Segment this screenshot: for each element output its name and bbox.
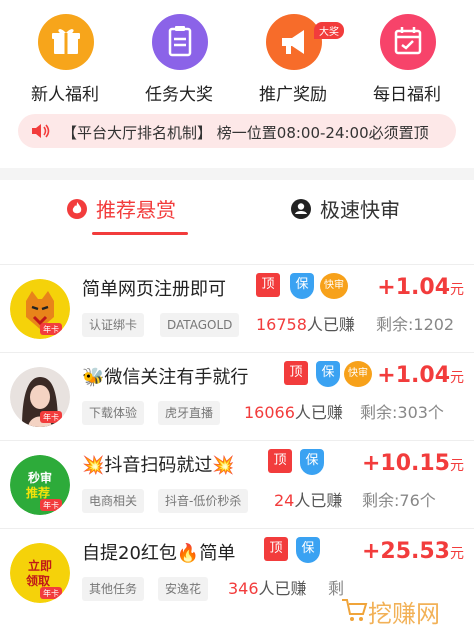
gift-icon	[38, 14, 94, 70]
reward-amount: +10.15元	[361, 451, 464, 476]
avatar: 年卡	[10, 367, 70, 427]
clipboard-icon	[152, 14, 208, 70]
svg-text:年卡: 年卡	[43, 324, 59, 334]
category-chip: 认证绑卡	[82, 313, 145, 337]
top-card: 新人福利 任务大奖 推广奖励 大奖 每日福利 【平台大厅排名机制】 榜一位置08…	[0, 0, 474, 168]
site-watermark: 挖赚网	[338, 590, 474, 630]
top-tag: 顶	[268, 449, 292, 473]
tab-bar: 推荐悬赏 极速快审	[0, 180, 474, 240]
quick-action-label: 新人福利	[31, 85, 99, 105]
tab-label: 极速快审	[320, 198, 400, 222]
guarantee-tag: 保	[316, 361, 340, 387]
notice-bar[interactable]: 【平台大厅排名机制】 榜一位置08:00-24:00必须置顶	[18, 114, 456, 148]
calendar-check-icon	[380, 14, 436, 70]
fast-review-tag: 快审	[320, 273, 348, 299]
earned-count: 16758人已赚	[256, 315, 355, 334]
task-row[interactable]: 年卡 简单网页注册即可 顶 保 快审 +1.04元 认证绑卡 DATAGOLD …	[0, 264, 474, 352]
task-title: 自提20红包🔥简单	[82, 543, 236, 564]
avatar: 立即 领取 年卡	[10, 543, 70, 603]
task-title: 简单网页注册即可	[82, 279, 226, 300]
quick-action-task-prize[interactable]: 任务大奖	[124, 8, 234, 108]
big-prize-badge: 大奖	[314, 22, 344, 39]
remaining-count: 剩余:303个	[360, 403, 444, 422]
speaker-icon	[30, 123, 52, 139]
svg-text:领取: 领取	[26, 573, 50, 588]
category-chip: 抖音-低价秒杀	[158, 489, 249, 513]
svg-text:秒审: 秒审	[28, 470, 52, 485]
task-title: 🐝微信关注有手就行	[82, 367, 249, 388]
guarantee-tag: 保	[290, 273, 314, 299]
tab-label: 推荐悬赏	[96, 198, 176, 222]
task-row[interactable]: 年卡 🐝微信关注有手就行 顶 保 快审 +1.04元 下载体验 虎牙直播 160…	[0, 352, 474, 440]
category-chip: 安逸花	[158, 577, 209, 601]
quick-action-label: 每日福利	[373, 85, 441, 105]
top-tag: 顶	[284, 361, 308, 385]
notice-text: 【平台大厅排名机制】 榜一位置08:00-24:00必须置顶	[62, 124, 429, 142]
svg-text:年卡: 年卡	[43, 500, 59, 510]
active-tab-indicator	[92, 232, 188, 235]
avatar: 秒审 推荐 年卡	[10, 455, 70, 515]
category-chip: 下载体验	[82, 401, 145, 425]
watermark-text: 挖赚网	[368, 600, 440, 628]
category-chip: 其他任务	[82, 577, 145, 601]
task-list-card: 推荐悬赏 极速快审 年卡 简单网页注册即可 顶 保 快审 +1.04元 认证绑卡…	[0, 180, 474, 634]
guarantee-tag: 保	[296, 537, 320, 563]
user-icon	[290, 198, 312, 220]
earned-count: 346人已赚	[228, 579, 307, 598]
shopping-cart-icon	[342, 599, 368, 621]
avatar: 年卡	[10, 279, 70, 339]
category-chip: DATAGOLD	[160, 313, 240, 337]
guarantee-tag: 保	[300, 449, 324, 475]
top-tag: 顶	[264, 537, 288, 561]
reward-amount: +1.04元	[377, 363, 464, 388]
svg-text:立即: 立即	[28, 558, 52, 573]
svg-text:年卡: 年卡	[43, 588, 59, 598]
fast-review-tag: 快审	[344, 361, 372, 387]
flame-icon	[66, 198, 88, 220]
quick-action-daily-welfare[interactable]: 每日福利	[352, 8, 462, 108]
quick-action-label: 推广奖励	[259, 85, 327, 105]
top-tag: 顶	[256, 273, 280, 297]
remaining-count: 剩余:1202	[376, 315, 455, 334]
category-chip: 电商相关	[82, 489, 145, 513]
svg-text:推荐: 推荐	[26, 485, 50, 500]
quick-action-new-user[interactable]: 新人福利	[10, 8, 120, 108]
task-title: 💥抖音扫码就过💥	[82, 455, 235, 476]
quick-action-label: 任务大奖	[145, 85, 213, 105]
earned-count: 24人已赚	[274, 491, 343, 510]
remaining-count: 剩余:76个	[362, 491, 436, 510]
category-chip: 虎牙直播	[158, 401, 221, 425]
svg-text:年卡: 年卡	[43, 412, 59, 422]
reward-amount: +1.04元	[377, 275, 464, 300]
quick-actions: 新人福利 任务大奖 推广奖励 大奖 每日福利	[0, 8, 474, 108]
megaphone-icon	[266, 14, 322, 70]
reward-amount: +25.53元	[361, 539, 464, 564]
earned-count: 16066人已赚	[244, 403, 343, 422]
task-row[interactable]: 秒审 推荐 年卡 💥抖音扫码就过💥 顶 保 +10.15元 电商相关 抖音-低价…	[0, 440, 474, 528]
